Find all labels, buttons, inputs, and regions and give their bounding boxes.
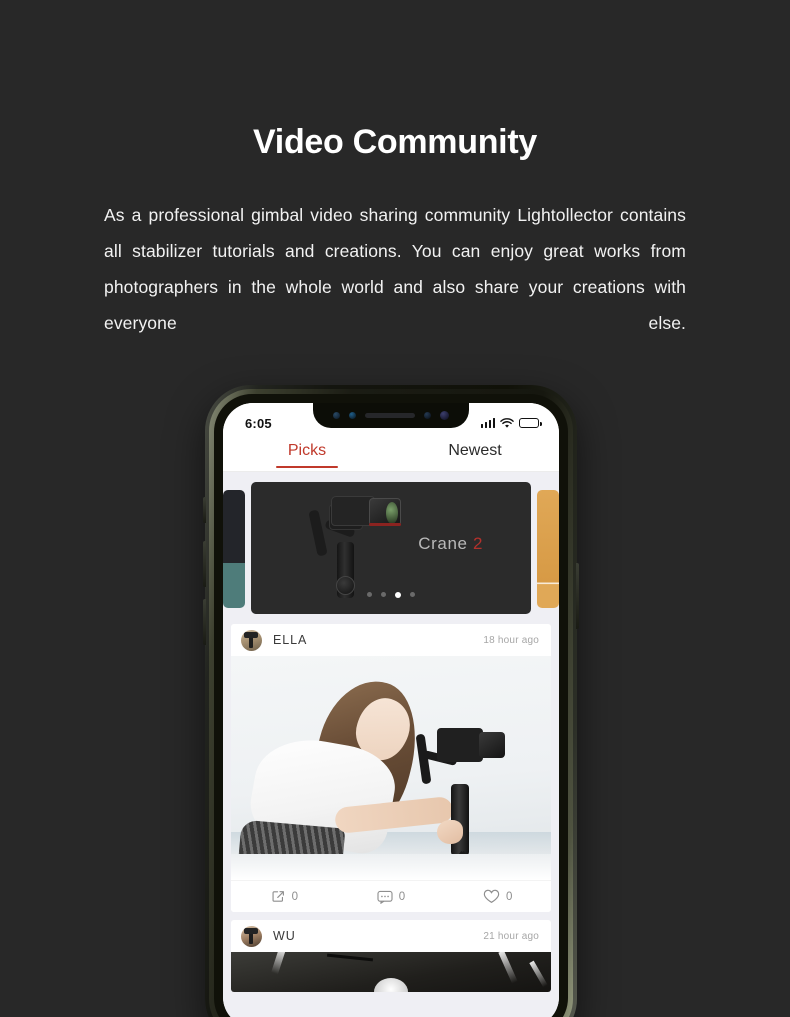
post-header: ELLA 18 hour ago <box>231 624 551 656</box>
volume-up-button[interactable] <box>203 541 206 587</box>
feed-scroll-area[interactable]: Crane 2 ELLA 18 hour ago 0 0 0 WU 21 hou… <box>223 472 559 1017</box>
like-count: 0 <box>505 890 513 903</box>
avatar[interactable] <box>241 629 262 651</box>
banner-product-name: Crane 2 <box>418 534 483 554</box>
carousel-slide-active[interactable]: Crane 2 <box>251 482 531 614</box>
speaker-grille-icon <box>365 413 415 418</box>
banner-title-text: Crane <box>418 534 468 553</box>
post-photo[interactable] <box>231 952 551 992</box>
hero-description: As a professional gimbal video sharing c… <box>104 205 686 334</box>
share-icon <box>272 891 284 902</box>
volume-down-button[interactable] <box>203 599 206 645</box>
post-header: WU 21 hour ago <box>231 920 551 952</box>
status-indicators <box>480 417 542 429</box>
carousel-dots[interactable] <box>367 592 415 598</box>
post-username: ELLA <box>273 633 308 647</box>
feed-tabs: Picks Newest <box>223 437 559 472</box>
like-action[interactable]: 0 <box>444 889 551 904</box>
carousel-dot[interactable] <box>367 592 372 597</box>
carousel-dot[interactable] <box>410 592 415 597</box>
heart-icon <box>483 889 500 903</box>
peek-bottom <box>223 563 245 608</box>
front-camera-icon <box>440 411 449 420</box>
post-username: WU <box>273 929 296 943</box>
mute-switch[interactable] <box>203 497 206 523</box>
comment-action[interactable]: 0 <box>338 890 445 904</box>
avatar[interactable] <box>241 925 262 947</box>
peek-orange <box>537 490 559 608</box>
comment-icon <box>377 890 393 904</box>
tab-picks[interactable]: Picks <box>223 437 391 469</box>
phone-mockup-stage: 6:05 Picks Newest Crane 2 ELLA 18 hour a… <box>203 385 593 1017</box>
banner-number-text: 2 <box>472 534 483 553</box>
post-timestamp: 21 hour ago <box>483 930 539 942</box>
carousel-slide-next[interactable] <box>537 490 559 608</box>
peek-top <box>223 490 245 564</box>
post-timestamp: 18 hour ago <box>483 634 539 646</box>
phone-screen: 6:05 Picks Newest Crane 2 ELLA 18 hour a… <box>223 403 559 1017</box>
phone-notch <box>313 403 469 428</box>
dot-projector-icon <box>424 412 431 419</box>
phone-device: 6:05 Picks Newest Crane 2 ELLA 18 hour a… <box>203 385 579 1017</box>
carousel-slide-previous[interactable] <box>223 490 245 608</box>
post-actions: 0 0 0 <box>231 880 551 912</box>
power-button[interactable] <box>576 563 579 629</box>
status-time: 6:05 <box>245 415 272 431</box>
proximity-sensor-icon <box>333 412 340 419</box>
banner-carousel[interactable]: Crane 2 <box>223 472 559 624</box>
tab-newest[interactable]: Newest <box>391 437 559 469</box>
page-title: Video Community <box>253 123 537 161</box>
ambient-light-sensor-icon <box>349 412 356 419</box>
wifi-icon <box>500 417 514 428</box>
hero-section: Video Community As a professional gimbal… <box>104 0 686 341</box>
battery-icon <box>519 418 542 428</box>
post-photo[interactable] <box>231 656 551 880</box>
post-card[interactable]: ELLA 18 hour ago 0 0 0 <box>231 624 551 912</box>
carousel-dot[interactable] <box>381 592 386 597</box>
cellular-bars-icon <box>480 418 495 428</box>
share-count: 0 <box>291 890 299 903</box>
carousel-dot-active[interactable] <box>395 592 401 598</box>
share-action[interactable]: 0 <box>231 889 338 904</box>
post-card[interactable]: WU 21 hour ago <box>231 920 551 992</box>
comment-count: 0 <box>398 890 406 903</box>
